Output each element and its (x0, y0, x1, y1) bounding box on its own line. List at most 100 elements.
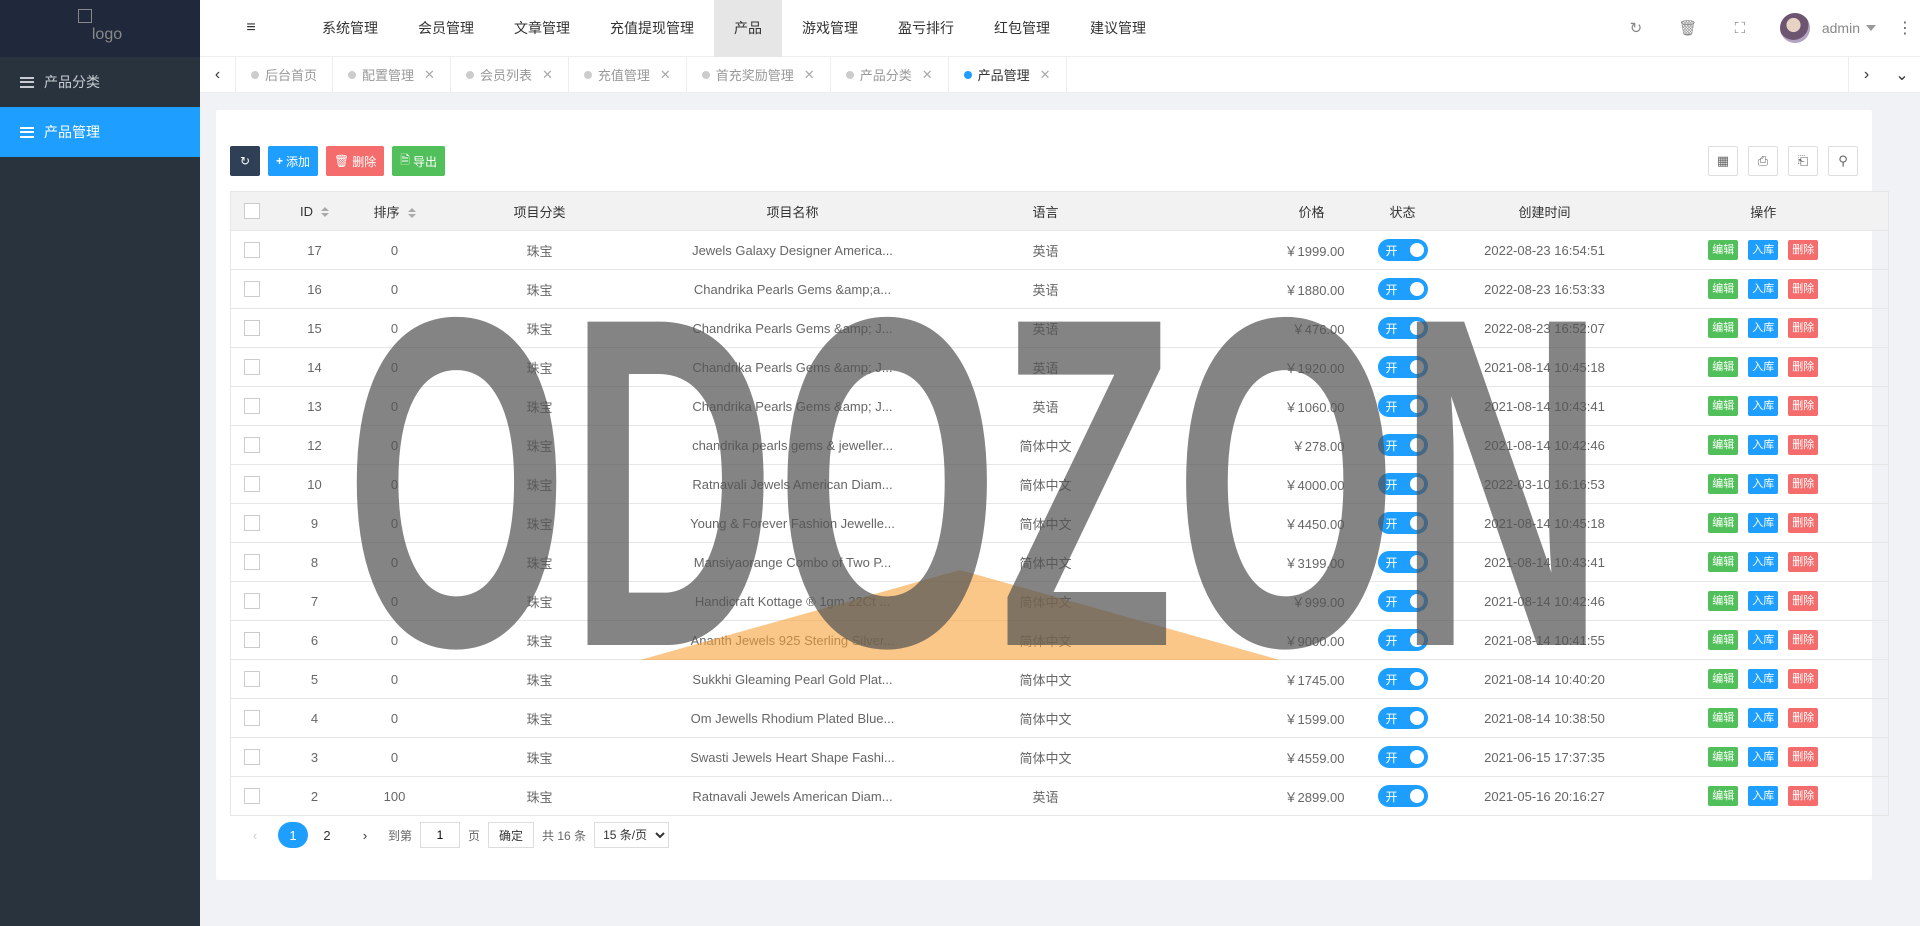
stock-in-button[interactable]: 入库 (1748, 747, 1779, 767)
export-icon[interactable]: ⎗ (1788, 146, 1818, 176)
stock-in-button[interactable]: 入库 (1748, 435, 1779, 455)
row-checkbox[interactable] (243, 320, 260, 337)
status-switch[interactable]: 开 (1377, 629, 1428, 651)
row-checkbox[interactable] (243, 554, 260, 571)
tabs-prev-button[interactable]: ‹ (200, 56, 236, 93)
stock-in-button[interactable]: 入库 (1748, 552, 1779, 572)
status-switch[interactable]: 开 (1377, 239, 1428, 261)
edit-button[interactable]: 编辑 (1708, 669, 1739, 689)
row-delete-button[interactable]: 删除 (1788, 240, 1819, 260)
row-checkbox[interactable] (243, 398, 260, 415)
nav-item-3[interactable]: 充值提现管理 (590, 0, 714, 57)
sidebar-item-product-category[interactable]: 产品分类 (0, 57, 200, 107)
sort-icon[interactable] (321, 207, 329, 218)
row-delete-button[interactable]: 删除 (1788, 630, 1819, 650)
edit-button[interactable]: 编辑 (1708, 396, 1739, 416)
close-icon[interactable]: ✕ (1040, 67, 1051, 83)
stock-in-button[interactable]: 入库 (1748, 474, 1779, 494)
nav-item-8[interactable]: 建议管理 (1070, 0, 1166, 57)
select-all-checkbox[interactable] (243, 203, 260, 220)
status-switch[interactable]: 开 (1377, 707, 1428, 729)
fullscreen-icon[interactable]: ⛶ (1714, 20, 1766, 37)
edit-button[interactable]: 编辑 (1708, 474, 1739, 494)
tab-1[interactable]: 配置管理 ✕ (333, 56, 451, 93)
edit-button[interactable]: 编辑 (1708, 786, 1739, 806)
stock-in-button[interactable]: 入库 (1748, 396, 1779, 416)
close-icon[interactable]: ✕ (804, 67, 815, 83)
per-page-select[interactable]: 15 条/页 (594, 822, 670, 848)
status-switch[interactable]: 开 (1377, 473, 1428, 495)
tab-4[interactable]: 首充奖励管理 ✕ (687, 56, 831, 93)
add-button[interactable]: + 添加 (268, 146, 319, 176)
status-switch[interactable]: 开 (1377, 668, 1428, 690)
status-switch[interactable]: 开 (1377, 746, 1428, 768)
export-button[interactable]: 🗎 导出 (392, 146, 445, 176)
stock-in-button[interactable]: 入库 (1748, 513, 1779, 533)
row-delete-button[interactable]: 删除 (1788, 786, 1819, 806)
close-icon[interactable]: ✕ (424, 67, 435, 83)
sidebar-item-product-management[interactable]: 产品管理 (0, 107, 200, 157)
row-checkbox[interactable] (243, 476, 260, 493)
nav-item-2[interactable]: 文章管理 (494, 0, 590, 57)
status-switch[interactable]: 开 (1377, 785, 1428, 807)
edit-button[interactable]: 编辑 (1708, 552, 1739, 572)
stock-in-button[interactable]: 入库 (1748, 240, 1779, 260)
row-delete-button[interactable]: 删除 (1788, 396, 1819, 416)
edit-button[interactable]: 编辑 (1708, 279, 1739, 299)
close-icon[interactable]: ✕ (660, 67, 671, 83)
columns-icon[interactable]: ▦ (1708, 146, 1738, 176)
edit-button[interactable]: 编辑 (1708, 708, 1739, 728)
page-button-1[interactable]: 1 (278, 822, 308, 848)
edit-button[interactable]: 编辑 (1708, 630, 1739, 650)
row-delete-button[interactable]: 删除 (1788, 279, 1819, 299)
row-checkbox[interactable] (243, 359, 260, 376)
tabs-dropdown-button[interactable]: ⌄ (1884, 57, 1920, 93)
row-delete-button[interactable]: 删除 (1788, 708, 1819, 728)
status-switch[interactable]: 开 (1377, 551, 1428, 573)
col-sort[interactable]: 排序 (356, 191, 433, 231)
row-checkbox[interactable] (243, 593, 260, 610)
prev-page-button[interactable]: ‹ (240, 822, 270, 848)
stock-in-button[interactable]: 入库 (1748, 591, 1779, 611)
status-switch[interactable]: 开 (1377, 590, 1428, 612)
stock-in-button[interactable]: 入库 (1748, 786, 1779, 806)
status-switch[interactable]: 开 (1377, 317, 1428, 339)
nav-item-0[interactable]: 系统管理 (302, 0, 398, 57)
row-delete-button[interactable]: 删除 (1788, 318, 1819, 338)
row-checkbox[interactable] (243, 281, 260, 298)
nav-item-4[interactable]: 产品 (714, 0, 782, 57)
tab-6[interactable]: 产品管理 ✕ (949, 56, 1067, 93)
tab-0[interactable]: 后台首页 (236, 56, 334, 93)
logo-image[interactable]: logo (77, 8, 122, 44)
edit-button[interactable]: 编辑 (1708, 591, 1739, 611)
stock-in-button[interactable]: 入库 (1748, 279, 1779, 299)
trash-icon[interactable]: 🗑 (1662, 19, 1714, 37)
edit-button[interactable]: 编辑 (1708, 435, 1739, 455)
row-checkbox[interactable] (243, 437, 260, 454)
row-delete-button[interactable]: 删除 (1788, 513, 1819, 533)
tab-5[interactable]: 产品分类 ✕ (831, 56, 949, 93)
row-delete-button[interactable]: 删除 (1788, 747, 1819, 767)
edit-button[interactable]: 编辑 (1708, 747, 1739, 767)
row-checkbox[interactable] (243, 710, 260, 727)
goto-page-input[interactable] (420, 822, 461, 848)
tabs-next-button[interactable]: › (1848, 56, 1884, 93)
status-switch[interactable]: 开 (1377, 278, 1428, 300)
next-page-button[interactable]: › (350, 822, 380, 848)
menu-toggle-button[interactable]: ≡ (200, 0, 302, 57)
status-switch[interactable]: 开 (1377, 395, 1428, 417)
tab-2[interactable]: 会员列表 ✕ (451, 56, 569, 93)
print-icon[interactable]: ⎙ (1748, 146, 1778, 176)
nav-item-6[interactable]: 盈亏排行 (878, 0, 974, 57)
refresh-button[interactable]: ↻ (230, 146, 260, 176)
page-button-2[interactable]: 2 (312, 822, 342, 848)
row-checkbox[interactable] (243, 515, 260, 532)
user-menu[interactable]: admin (1766, 13, 1890, 43)
search-icon[interactable]: ⚲ (1828, 146, 1858, 176)
row-checkbox[interactable] (243, 242, 260, 259)
status-switch[interactable]: 开 (1377, 356, 1428, 378)
edit-button[interactable]: 编辑 (1708, 240, 1739, 260)
row-checkbox[interactable] (243, 749, 260, 766)
row-delete-button[interactable]: 删除 (1788, 357, 1819, 377)
sort-icon[interactable] (407, 208, 416, 219)
